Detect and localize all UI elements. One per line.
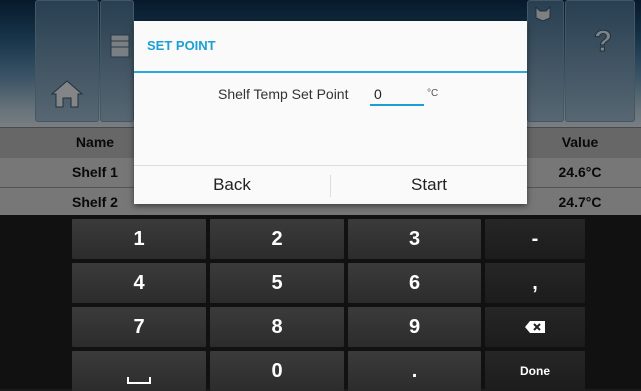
numeric-keyboard: 1 2 3 - 4 5 6 , 7 8 9 0 . Done: [0, 215, 641, 391]
space-key[interactable]: [72, 351, 206, 391]
set-point-input[interactable]: [370, 84, 424, 106]
key-0[interactable]: 0: [210, 351, 344, 391]
key-3[interactable]: 3: [348, 219, 481, 259]
key-2[interactable]: 2: [210, 219, 344, 259]
dialog-title: SET POINT: [147, 38, 216, 53]
set-point-dialog: SET POINT Shelf Temp Set Point °C Back S…: [134, 21, 527, 204]
unit-label: °C: [427, 88, 439, 99]
key-comma[interactable]: ,: [485, 263, 585, 303]
backspace-icon: [525, 321, 545, 333]
dialog-divider: [134, 71, 527, 73]
key-5[interactable]: 5: [210, 263, 344, 303]
key-minus[interactable]: -: [485, 219, 585, 259]
set-point-label: Shelf Temp Set Point: [218, 86, 349, 102]
key-dot[interactable]: .: [348, 351, 481, 391]
key-4[interactable]: 4: [72, 263, 206, 303]
backspace-key[interactable]: [485, 307, 585, 347]
key-9[interactable]: 9: [348, 307, 481, 347]
key-6[interactable]: 6: [348, 263, 481, 303]
key-1[interactable]: 1: [72, 219, 206, 259]
space-icon: [127, 377, 151, 384]
start-button[interactable]: Start: [331, 166, 527, 204]
back-button[interactable]: Back: [134, 166, 330, 204]
done-key[interactable]: Done: [485, 351, 585, 391]
key-8[interactable]: 8: [210, 307, 344, 347]
key-7[interactable]: 7: [72, 307, 206, 347]
